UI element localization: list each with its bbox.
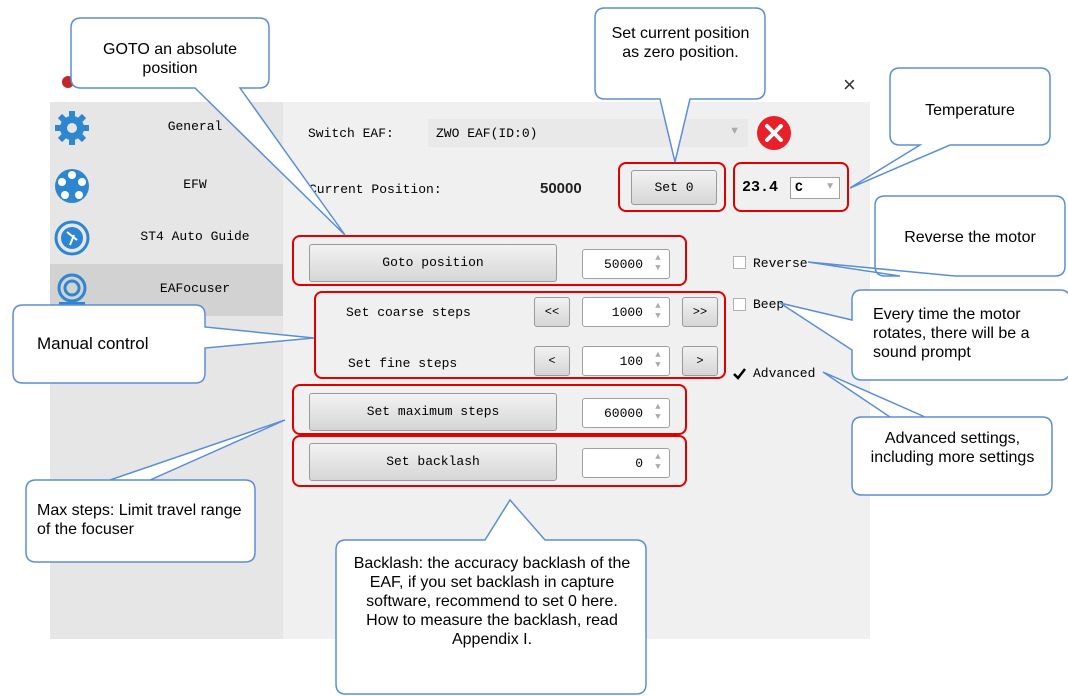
callout-backlash-text: Backlash: the accuracy backlash of the E…	[353, 555, 631, 648]
callout-maxsteps-text: Max steps: Limit travel range of the foc…	[37, 502, 242, 538]
callout-maxsteps-shape	[25, 419, 286, 563]
callout-manual-text: Manual control	[37, 334, 149, 353]
callout-temperature-text: Temperature	[925, 102, 1015, 119]
callout-beep-text: Every time the motor rotates, there will…	[873, 306, 1030, 361]
callout-advanced-text: Advanced settings, including more settin…	[870, 430, 1035, 466]
callout-reverse-text: Reverse the motor	[904, 229, 1036, 246]
callout-goto-text: GOTO an absolute position	[103, 41, 237, 77]
callout-temperature-shape	[849, 67, 1051, 189]
callout-setzero-text: Set current position as zero position.	[611, 25, 750, 61]
